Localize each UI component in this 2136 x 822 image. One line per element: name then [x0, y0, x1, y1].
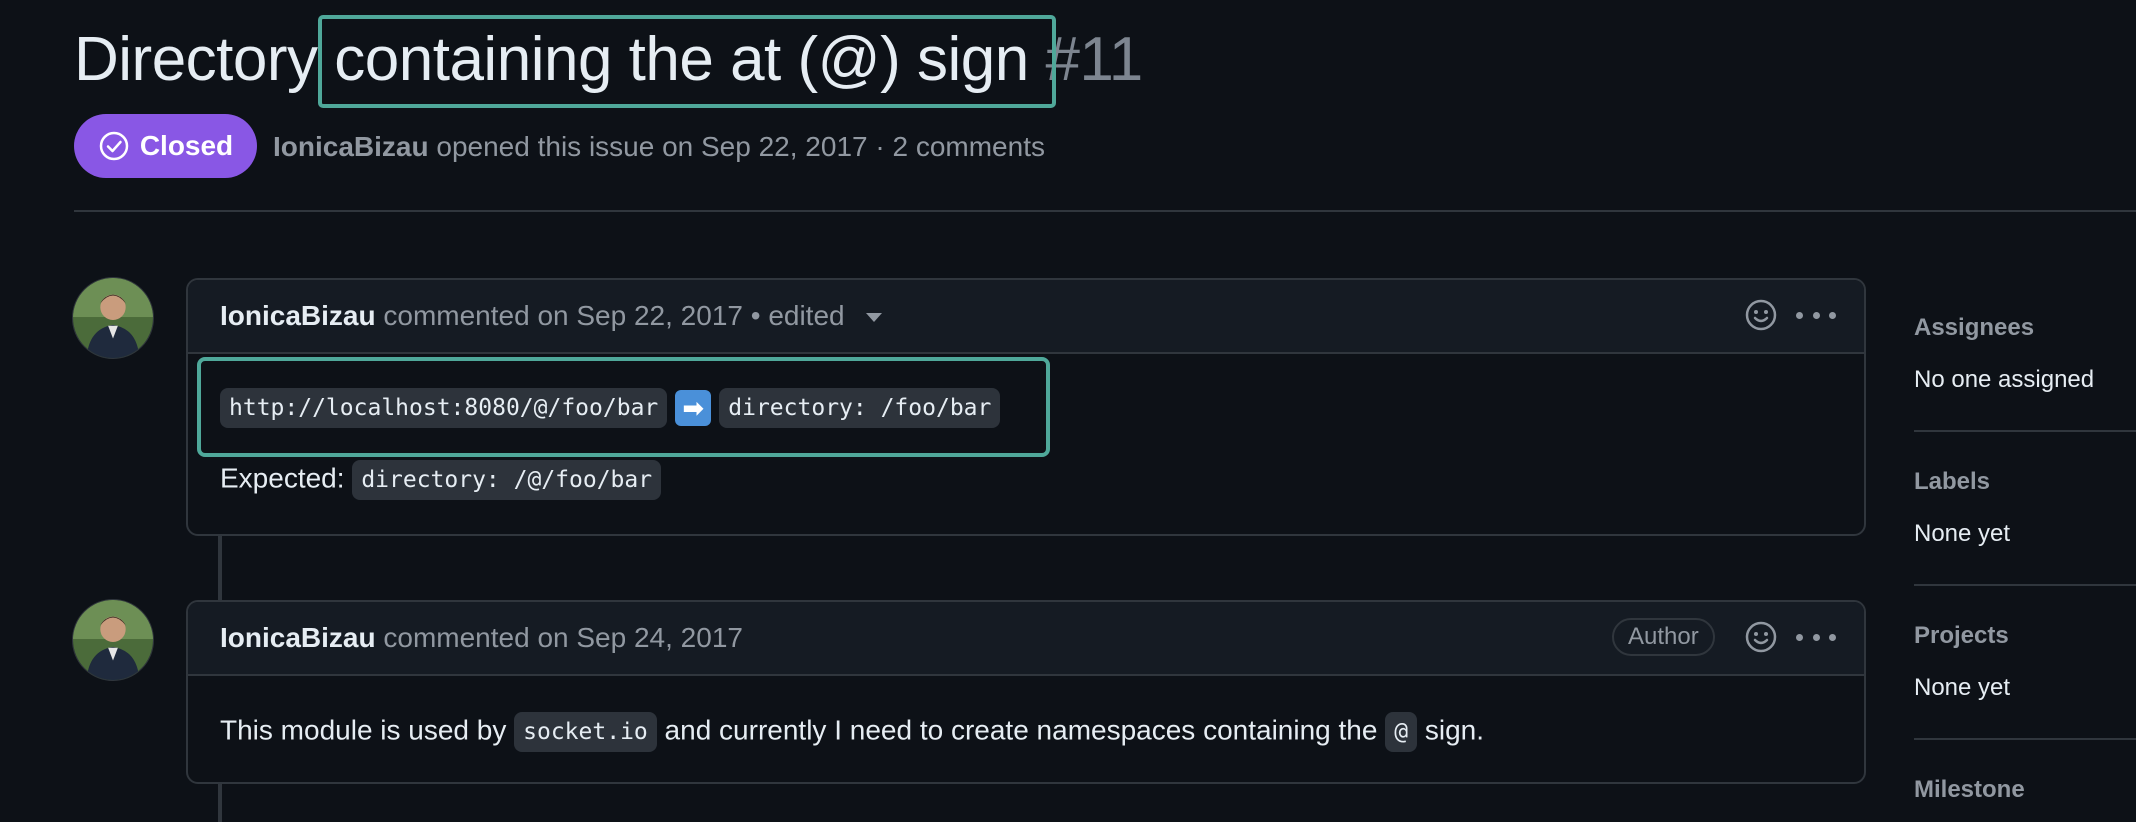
issue-number: #11 [1045, 25, 1143, 94]
edited-dropdown-icon[interactable] [866, 313, 883, 323]
closed-check-icon [99, 131, 129, 161]
issue-title-prefix: Directory [74, 25, 318, 94]
author-badge: Author [1612, 618, 1715, 656]
more-options-icon[interactable] [1796, 622, 1836, 652]
timeline-line [218, 534, 222, 600]
labels-value: None yet [1914, 520, 2011, 547]
avatar[interactable] [72, 599, 154, 681]
comment-meta: IonicaBizau commented on Sep 24, 2017 [220, 620, 743, 656]
comment-text-part: This module is used by [220, 714, 507, 746]
inline-code: @ [1385, 712, 1418, 752]
expected-label: Expected: [220, 462, 345, 494]
projects-value: None yet [1914, 674, 2011, 701]
comment-text: This module is used by socket.io and cur… [220, 712, 1484, 752]
comment-text-part: and currently I need to create namespace… [664, 714, 1378, 746]
sidebar-assignees: Assignees No one assigned [1914, 312, 2136, 396]
comment-header: IonicaBizau commented on Sep 22, 2017 • … [188, 280, 1864, 354]
add-reaction-icon[interactable] [1744, 298, 1778, 332]
comment-text-part: sign. [1424, 714, 1485, 746]
code-highlight-box [197, 357, 1050, 457]
more-options-icon[interactable] [1796, 300, 1836, 330]
sidebar-divider [1914, 584, 2136, 586]
expected-line: Expected: directory: /@/foo/bar [220, 460, 662, 500]
milestone-heading[interactable]: Milestone [1914, 774, 2136, 806]
comment-meta: IonicaBizau commented on Sep 22, 2017 • … [220, 298, 883, 334]
issue-opened-text: opened this issue on Sep 22, 2017 · 2 co… [436, 131, 1045, 162]
sidebar-labels: Labels None yet [1914, 466, 2136, 550]
issue-meta: IonicaBizau opened this issue on Sep 22,… [273, 126, 1045, 168]
sidebar-divider [1914, 738, 2136, 740]
comment-author-link[interactable]: IonicaBizau [220, 622, 376, 653]
sidebar-divider [1914, 430, 2136, 432]
projects-heading[interactable]: Projects [1914, 620, 2136, 652]
comment-header: IonicaBizau commented on Sep 24, 2017 Au… [188, 602, 1864, 676]
comment-author-link[interactable]: IonicaBizau [220, 300, 376, 331]
title-highlight-box [318, 15, 1056, 108]
sidebar-milestone: Milestone [1914, 774, 2136, 806]
status-label: Closed [139, 130, 234, 161]
header-divider [74, 210, 2136, 212]
comment-date: commented on Sep 24, 2017 [383, 622, 743, 653]
timeline-line [218, 782, 222, 822]
sidebar-projects: Projects None yet [1914, 620, 2136, 704]
status-badge: Closed [74, 114, 257, 178]
assignees-value: No one assigned [1914, 366, 2095, 393]
add-reaction-icon[interactable] [1744, 620, 1778, 654]
assignees-heading[interactable]: Assignees [1914, 312, 2136, 344]
issue-author-link[interactable]: IonicaBizau [273, 131, 429, 162]
labels-heading[interactable]: Labels [1914, 466, 2136, 498]
comment-box: IonicaBizau commented on Sep 24, 2017 Au… [186, 600, 1866, 784]
comment-date: commented on Sep 22, 2017 • edited [383, 300, 845, 331]
avatar[interactable] [72, 277, 154, 359]
inline-code: socket.io [514, 712, 657, 752]
inline-code: directory: /@/foo/bar [352, 460, 662, 500]
